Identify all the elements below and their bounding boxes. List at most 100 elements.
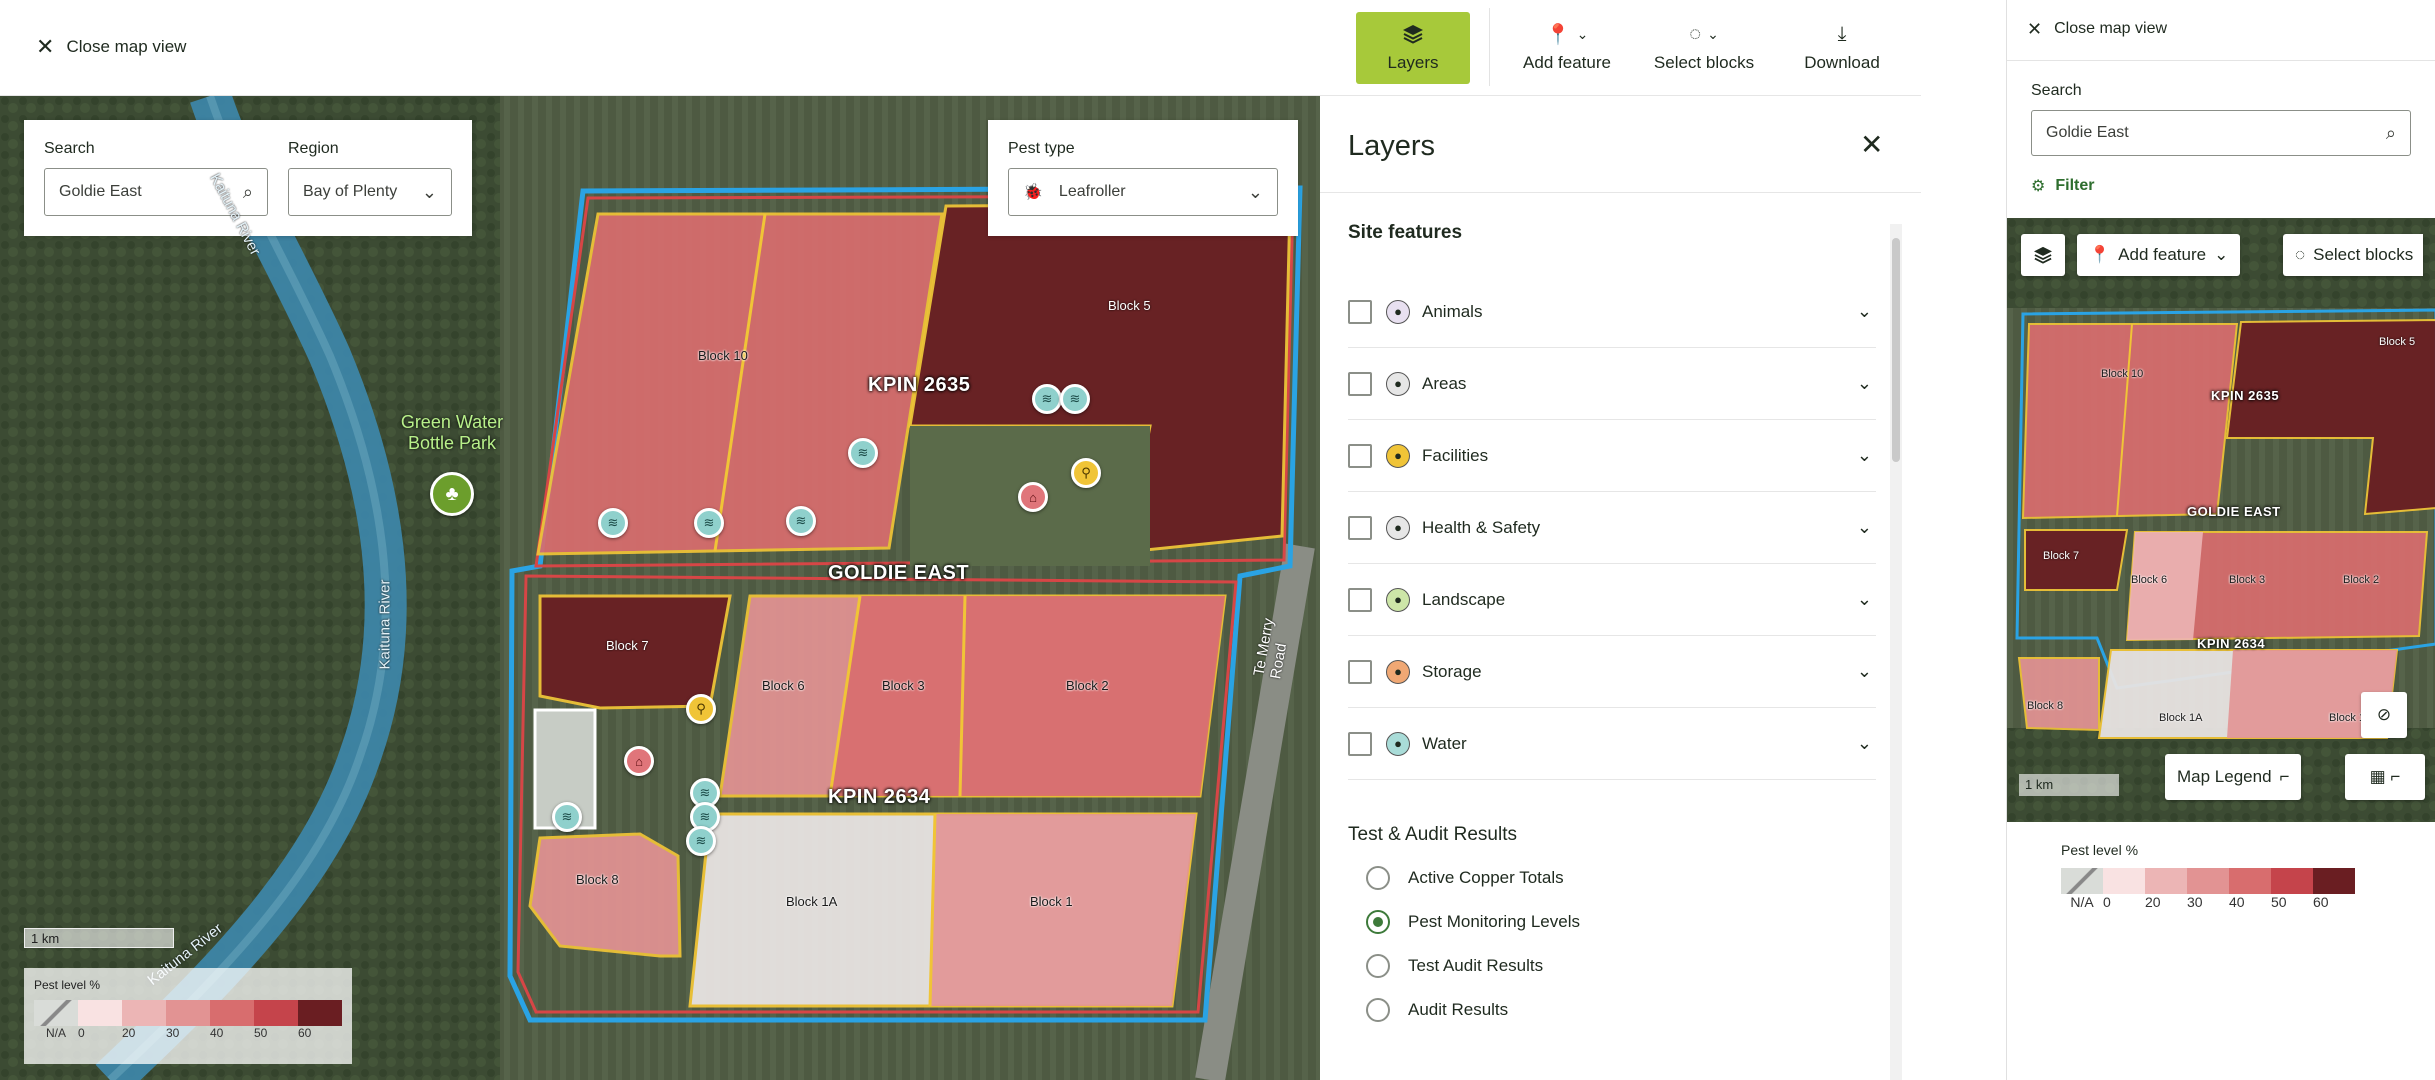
- block-label: Block 5: [2379, 336, 2416, 348]
- result-option[interactable]: Audit Results: [1366, 998, 1508, 1022]
- block-label: Block 3: [2229, 574, 2266, 586]
- scroll-thumb[interactable]: [1892, 238, 1900, 462]
- chevron-down-icon[interactable]: ⌄: [1857, 661, 1872, 682]
- close-map-view-button[interactable]: ✕ Close map view: [36, 36, 186, 58]
- close-icon: ✕: [36, 34, 55, 59]
- map-legend-button[interactable]: Map Legend ⌐: [2165, 754, 2302, 800]
- layer-label: Facilities: [1422, 445, 1489, 465]
- radio-button[interactable]: [1366, 910, 1390, 934]
- park-tree-icon[interactable]: ♣: [430, 472, 474, 516]
- water-pin-icon[interactable]: ≋: [786, 506, 816, 536]
- block-label: Block 7: [2043, 550, 2080, 562]
- close-icon: ✕: [2027, 19, 2043, 39]
- add-feature-button[interactable]: 📍 ⌄ Add feature: [1512, 12, 1622, 84]
- shield-icon: ●: [1386, 515, 1410, 540]
- water-pin-icon[interactable]: ≋: [1032, 384, 1062, 414]
- block-label: Block 1: [2329, 712, 2366, 724]
- legend-tick-label: 50: [2271, 894, 2287, 910]
- layer-checkbox[interactable]: [1348, 659, 1372, 684]
- pest-level-legend: Pest level % N/A 0 20 30 40 50 60: [24, 968, 352, 1064]
- legend-swatch: [122, 1000, 166, 1026]
- storage-pin-icon[interactable]: ⌂: [1018, 482, 1048, 512]
- select-icon: ◌: [2295, 245, 2306, 264]
- layer-row-facilities[interactable]: ● Facilities ⌄: [1348, 420, 1876, 492]
- map-canvas[interactable]: Search Goldie East ⌕ Region Bay of Plent…: [0, 96, 1320, 1080]
- layer-row-storage[interactable]: ● Storage ⌄: [1348, 636, 1876, 708]
- legend-swatch: [298, 1000, 342, 1026]
- pest-type-card: Pest type 🐞 Leafroller ⌄: [988, 120, 1298, 236]
- chevron-down-icon[interactable]: ⌄: [1857, 373, 1872, 394]
- block-label: Block 3: [882, 678, 925, 693]
- chevron-down-icon[interactable]: ⌄: [1857, 445, 1872, 466]
- toilet-icon: ●: [1386, 443, 1410, 468]
- water-pin-icon[interactable]: ≋: [598, 508, 628, 538]
- mobile-map-view: ✕ Close map view Search Goldie East ⌕ ⚙ …: [2006, 0, 2435, 1080]
- download-button[interactable]: ⤓ Download: [1796, 12, 1888, 84]
- close-map-view-button[interactable]: ✕ Close map view: [2027, 20, 2167, 38]
- result-option[interactable]: Pest Monitoring Levels: [1366, 910, 1580, 934]
- compass-icon: ⊘: [2376, 705, 2392, 724]
- mobile-map-canvas[interactable]: 📍 Add feature ⌄ ◌ Select blocks KPIN 263…: [2007, 218, 2435, 822]
- legend-swatch: [2229, 868, 2271, 894]
- close-icon[interactable]: ✕: [1860, 128, 1883, 161]
- chevron-down-icon[interactable]: ⌄: [1857, 517, 1872, 538]
- water-pin-icon[interactable]: ≋: [848, 438, 878, 468]
- facility-pin-icon[interactable]: ⚲: [1071, 458, 1101, 488]
- layer-row-landscape[interactable]: ● Landscape ⌄: [1348, 564, 1876, 636]
- result-option[interactable]: Test Audit Results: [1366, 954, 1543, 978]
- facility-pin-icon[interactable]: ⚲: [686, 694, 716, 724]
- legend-tick-label: N/A: [45, 1026, 66, 1040]
- search-label: Search: [44, 140, 95, 157]
- chevron-down-icon[interactable]: ⌄: [1857, 301, 1872, 322]
- layer-row-water[interactable]: ● Water ⌄: [1348, 708, 1876, 780]
- layer-row-areas[interactable]: ● Areas ⌄: [1348, 348, 1876, 420]
- layers-panel: Layers ✕ Site features ● Animals ⌄ ● Areas ⌄ ●…: [1320, 96, 1921, 1080]
- layer-row-health-safety[interactable]: ● Health & Safety ⌄: [1348, 492, 1876, 564]
- add-feature-button[interactable]: 📍 Add feature ⌄: [2077, 234, 2241, 276]
- legend-swatch: [2103, 868, 2145, 894]
- layer-label: Storage: [1422, 661, 1482, 681]
- radio-button[interactable]: [1366, 954, 1390, 978]
- divider: [1320, 192, 1921, 193]
- water-pin-icon[interactable]: ≋: [686, 826, 716, 856]
- legend-tick-label: 50: [254, 1026, 268, 1040]
- water-pin-icon[interactable]: ≋: [694, 508, 724, 538]
- radio-button[interactable]: [1366, 866, 1390, 890]
- layer-checkbox[interactable]: [1348, 299, 1372, 324]
- chevron-down-icon: ⌄: [2214, 245, 2229, 264]
- kpin-label: KPIN 2634: [2197, 636, 2266, 651]
- legend-swatch: [2187, 868, 2229, 894]
- chevron-down-icon[interactable]: ⌄: [1857, 589, 1872, 610]
- layers-scrollbar[interactable]: [1890, 224, 1902, 1080]
- water-pin-icon[interactable]: ≋: [552, 802, 582, 832]
- toolbar-divider: [1489, 8, 1490, 86]
- legend-tick-label: 30: [2187, 894, 2203, 910]
- pest-type-select[interactable]: 🐞 Leafroller ⌄: [1008, 168, 1278, 216]
- pest-type-label: Pest type: [1008, 140, 1075, 157]
- layers-button[interactable]: Layers: [1356, 12, 1470, 84]
- water-pin-icon[interactable]: ≋: [1060, 384, 1090, 414]
- layer-label: Health & Safety: [1422, 517, 1541, 537]
- layer-checkbox[interactable]: [1348, 515, 1372, 540]
- layer-checkbox[interactable]: [1348, 443, 1372, 468]
- legend-swatch: [2313, 868, 2355, 894]
- layer-checkbox[interactable]: [1348, 731, 1372, 756]
- layers-button[interactable]: [2021, 234, 2065, 276]
- layers-title: Layers: [1348, 130, 1436, 162]
- radio-button[interactable]: [1366, 998, 1390, 1022]
- layer-checkbox[interactable]: [1348, 371, 1372, 396]
- select-blocks-button[interactable]: ◌ Select blocks: [2283, 234, 2423, 276]
- layer-row-animals[interactable]: ● Animals ⌄: [1348, 276, 1876, 348]
- legend-tick-label: 20: [122, 1026, 136, 1040]
- basemap-toggle-button[interactable]: ▦ ⌐: [2345, 754, 2425, 800]
- search-input[interactable]: Goldie East ⌕: [2031, 110, 2411, 156]
- select-blocks-button[interactable]: ◌ ⌄ Select blocks: [1648, 12, 1760, 84]
- result-option[interactable]: Active Copper Totals: [1366, 866, 1564, 890]
- storage-pin-icon[interactable]: ⌂: [624, 746, 654, 776]
- filter-button[interactable]: ⚙ Filter: [2031, 176, 2094, 196]
- legend-tick-label: 40: [210, 1026, 224, 1040]
- region-select[interactable]: Bay of Plenty ⌄: [288, 168, 452, 216]
- locate-button[interactable]: ⊘: [2361, 692, 2407, 738]
- layer-checkbox[interactable]: [1348, 587, 1372, 612]
- chevron-down-icon[interactable]: ⌄: [1857, 733, 1872, 754]
